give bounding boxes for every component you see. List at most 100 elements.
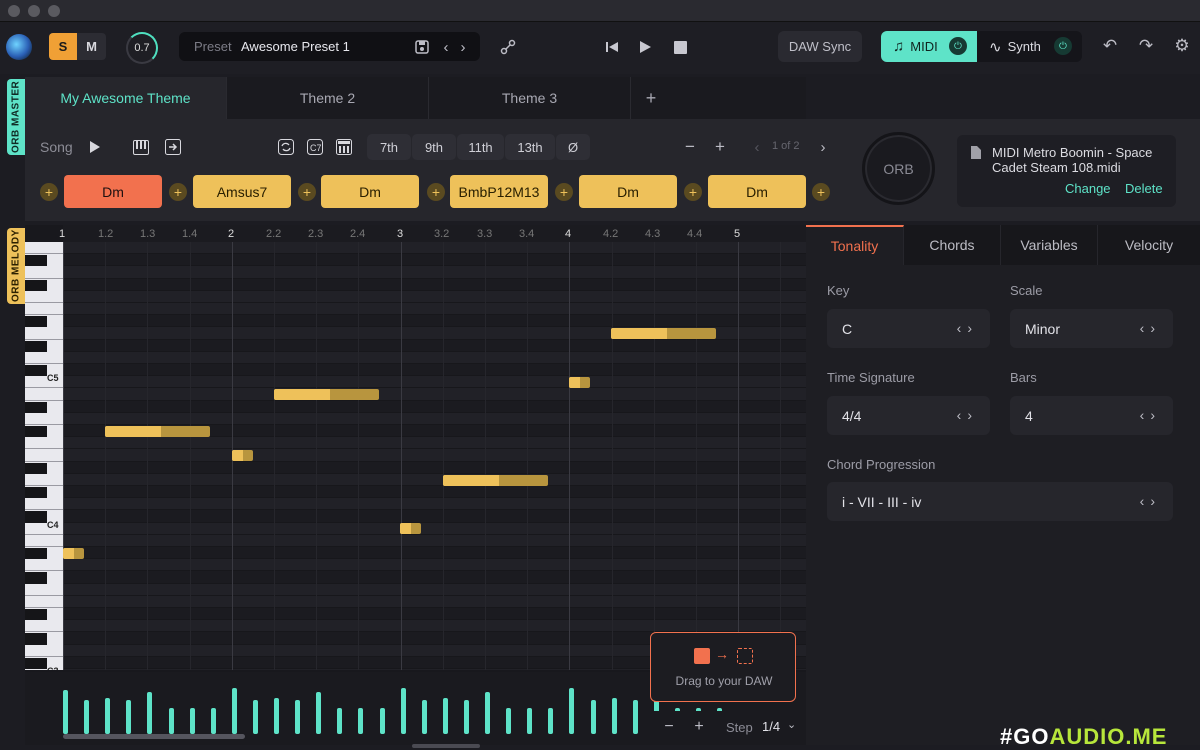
next-page-icon[interactable]: › xyxy=(816,138,830,156)
piano-keyboard[interactable]: C5 C4 C3 xyxy=(25,242,63,670)
black-key[interactable] xyxy=(25,316,47,328)
change-midi-link[interactable]: Change xyxy=(1065,181,1111,196)
black-key[interactable] xyxy=(25,401,47,413)
add-chord-button[interactable]: + xyxy=(712,137,728,156)
black-key[interactable] xyxy=(25,548,47,560)
horizontal-scrollbar[interactable] xyxy=(63,734,245,739)
export-arrow-icon[interactable] xyxy=(164,138,182,156)
extension-none-button[interactable]: Ø xyxy=(556,134,590,160)
velocity-bar[interactable] xyxy=(421,700,427,734)
midi-note[interactable] xyxy=(611,328,716,339)
black-key[interactable] xyxy=(25,633,47,645)
key-selector[interactable]: C ‹› xyxy=(827,309,990,348)
delete-midi-link[interactable]: Delete xyxy=(1125,181,1163,196)
insert-chord-plus-icon[interactable]: + xyxy=(555,183,573,201)
white-key[interactable] xyxy=(25,535,63,547)
black-key[interactable] xyxy=(25,255,47,267)
midi-mode-button[interactable]: ♫ MIDI ⏻ xyxy=(881,31,977,62)
tab-variables[interactable]: Variables xyxy=(1001,225,1098,265)
black-key[interactable] xyxy=(25,609,47,621)
white-key[interactable] xyxy=(25,327,63,340)
extension-9th-button[interactable]: 9th xyxy=(412,134,456,160)
white-key[interactable] xyxy=(25,584,63,596)
white-key[interactable] xyxy=(25,242,63,255)
velocity-bar[interactable] xyxy=(126,700,132,734)
extension-7th-button[interactable]: 7th xyxy=(367,134,411,160)
remove-chord-button[interactable]: − xyxy=(682,137,698,156)
orb-knob[interactable]: ORB xyxy=(862,132,935,205)
velocity-bar[interactable] xyxy=(252,700,258,734)
bars-stepper-arrows-icon[interactable]: ‹› xyxy=(1140,407,1161,423)
black-key[interactable] xyxy=(25,279,47,291)
chord-slot-4[interactable]: BmbP12M13 xyxy=(450,175,548,208)
step-plus-button[interactable]: + xyxy=(692,718,706,736)
velocity-bar[interactable] xyxy=(569,688,575,734)
insert-chord-plus-icon[interactable]: + xyxy=(40,183,58,201)
velocity-bar[interactable] xyxy=(527,708,533,734)
time-signature-selector[interactable]: 4/4 ‹› xyxy=(827,396,990,435)
drag-to-daw-card[interactable]: → Drag to your DAW xyxy=(650,632,796,702)
voicing-icon[interactable] xyxy=(335,138,353,156)
add-theme-button[interactable]: + xyxy=(631,77,671,119)
velocity-bar[interactable] xyxy=(379,708,385,734)
skip-back-icon[interactable] xyxy=(603,38,621,56)
velocity-bar[interactable] xyxy=(63,690,68,734)
minimize-window-button[interactable] xyxy=(28,5,40,17)
time-signature-stepper-arrows-icon[interactable]: ‹› xyxy=(957,407,978,423)
velocity-bar[interactable] xyxy=(590,700,596,734)
midi-note[interactable] xyxy=(400,523,421,534)
chord-progression-selector[interactable]: i - VII - III - iv ‹› xyxy=(827,482,1173,521)
synth-mode-button[interactable]: ∿ Synth ⏻ xyxy=(977,31,1082,62)
insert-chord-plus-icon[interactable]: + xyxy=(684,183,702,201)
white-key[interactable] xyxy=(25,437,63,450)
white-key[interactable] xyxy=(25,596,63,608)
insert-chord-plus-icon[interactable]: + xyxy=(427,183,445,201)
solo-button[interactable]: S xyxy=(49,33,77,60)
extension-11th-button[interactable]: 11th xyxy=(457,134,504,160)
synth-power-icon[interactable]: ⏻ xyxy=(1054,37,1072,55)
white-key[interactable] xyxy=(25,645,63,657)
orb-master-tab[interactable]: ORB MASTER xyxy=(7,79,25,155)
white-key[interactable] xyxy=(25,620,63,633)
close-window-button[interactable] xyxy=(8,5,20,17)
previous-preset-icon[interactable]: ‹ xyxy=(439,38,453,56)
velocity-bar[interactable] xyxy=(147,692,153,734)
tab-theme-3[interactable]: Theme 3 xyxy=(429,77,631,119)
tab-theme-2[interactable]: Theme 2 xyxy=(227,77,429,119)
velocity-bar[interactable] xyxy=(274,698,279,734)
velocity-bar[interactable] xyxy=(442,698,448,734)
orb-melody-tab[interactable]: ORB MELODY xyxy=(7,228,25,304)
white-key[interactable] xyxy=(25,449,63,462)
white-key[interactable] xyxy=(25,352,63,364)
midi-note[interactable] xyxy=(569,377,590,388)
tab-my-awesome-theme[interactable]: My Awesome Theme xyxy=(25,77,227,119)
midi-note[interactable] xyxy=(274,389,379,400)
key-stepper-arrows-icon[interactable]: ‹› xyxy=(957,320,978,336)
timeline-ruler[interactable]: 1 1.2 1.3 1.4 2 2.2 2.3 2.4 3 3.2 3.3 3.… xyxy=(59,225,806,242)
velocity-bar[interactable] xyxy=(548,708,554,734)
insert-chord-plus-icon[interactable]: + xyxy=(169,183,187,201)
song-play-icon[interactable] xyxy=(86,138,104,156)
chord-slot-1[interactable]: Dm xyxy=(64,175,162,208)
midi-power-icon[interactable]: ⏻ xyxy=(949,37,967,55)
white-key[interactable] xyxy=(25,559,63,572)
black-key[interactable] xyxy=(25,462,47,474)
extension-13th-button[interactable]: 13th xyxy=(505,134,555,160)
black-key[interactable] xyxy=(25,487,47,499)
loop-icon[interactable] xyxy=(277,138,295,156)
zoom-window-button[interactable] xyxy=(48,5,60,17)
next-preset-icon[interactable]: › xyxy=(456,38,470,56)
chord-slot-5[interactable]: Dm xyxy=(579,175,677,208)
velocity-bar[interactable] xyxy=(105,698,111,734)
midi-note[interactable] xyxy=(63,548,84,559)
black-key[interactable] xyxy=(25,511,47,523)
velocity-bar[interactable] xyxy=(506,708,512,734)
black-key[interactable] xyxy=(25,426,47,438)
velocity-bar[interactable] xyxy=(231,688,237,734)
settings-gear-icon[interactable]: ⚙ xyxy=(1172,36,1192,56)
tab-velocity[interactable]: Velocity xyxy=(1098,225,1200,265)
stop-icon[interactable] xyxy=(671,38,689,56)
step-minus-button[interactable]: − xyxy=(662,718,676,736)
mute-button[interactable]: M xyxy=(77,33,106,60)
resize-handle[interactable] xyxy=(412,744,480,748)
